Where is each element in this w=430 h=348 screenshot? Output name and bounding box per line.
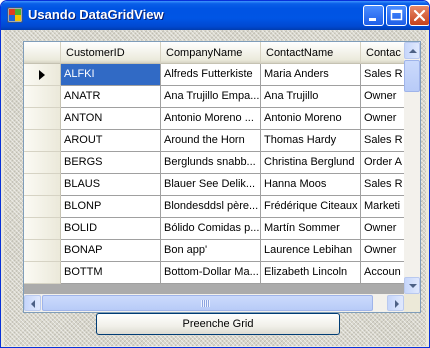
cell-company-name[interactable]: Around the Horn xyxy=(161,130,261,152)
scroll-up-button[interactable] xyxy=(404,42,420,59)
cell-company-name[interactable]: Ana Trujillo Empa... xyxy=(161,86,261,108)
vertical-scrollbar[interactable] xyxy=(404,42,420,294)
cell-contact-title[interactable]: Marketi xyxy=(361,196,404,218)
table-row[interactable]: AROUT Around the Horn Thomas Hardy Sales R xyxy=(24,130,404,152)
cell-contact-name[interactable]: Thomas Hardy xyxy=(261,130,361,152)
data-grid[interactable]: CustomerID CompanyName ContactName Conta… xyxy=(23,41,421,313)
table-row[interactable]: ALFKI Alfreds Futterkiste Maria Anders Sale… xyxy=(24,64,404,86)
cell-contact-name[interactable]: Laurence Lebihan xyxy=(261,240,361,262)
cell-contact-title[interactable]: Owner xyxy=(361,108,404,130)
header-row: CustomerID CompanyName ContactName Conta… xyxy=(24,42,404,64)
column-header-contact-name[interactable]: ContactName xyxy=(261,42,361,64)
row-header[interactable] xyxy=(24,108,61,130)
scroll-down-button[interactable] xyxy=(404,277,420,294)
cell-company-name[interactable]: Bottom-Dollar Ma... xyxy=(161,262,261,284)
minimize-button[interactable] xyxy=(363,5,384,26)
table-row[interactable]: BOLID Bólido Comidas p... Martín Sommer Own… xyxy=(24,218,404,240)
cell-company-name[interactable]: Bon app' xyxy=(161,240,261,262)
table-row[interactable]: BOTTM Bottom-Dollar Ma... Elizabeth Lincol… xyxy=(24,262,404,284)
vertical-scroll-thumb[interactable] xyxy=(404,60,420,92)
cell-company-name[interactable]: Berglunds snabb... xyxy=(161,152,261,174)
row-header[interactable] xyxy=(24,86,61,108)
cell-contact-name[interactable]: Christina Berglund xyxy=(261,152,361,174)
cell-contact-title[interactable]: Accoun xyxy=(361,262,404,284)
chevron-up-icon xyxy=(409,49,417,53)
title-bar[interactable]: Usando DataGridView xyxy=(1,1,429,30)
cell-contact-title[interactable]: Owner xyxy=(361,86,404,108)
cell-contact-name[interactable]: Martín Sommer xyxy=(261,218,361,240)
row-header[interactable] xyxy=(24,196,61,218)
cell-company-name[interactable]: Alfreds Futterkiste xyxy=(161,64,261,86)
cell-contact-name[interactable]: Elizabeth Lincoln xyxy=(261,262,361,284)
chevron-left-icon xyxy=(31,300,35,308)
cell-contact-name[interactable]: Ana Trujillo xyxy=(261,86,361,108)
chevron-down-icon xyxy=(409,284,417,288)
cell-contact-title[interactable]: Sales R xyxy=(361,174,404,196)
cell-company-name[interactable]: Blauer See Delik... xyxy=(161,174,261,196)
minimize-icon xyxy=(369,18,376,21)
column-header-customer-id[interactable]: CustomerID xyxy=(61,42,161,64)
table-row[interactable]: BLONP Blondesddsl père... Frédérique Citea… xyxy=(24,196,404,218)
cell-contact-title[interactable]: Owner xyxy=(361,240,404,262)
table-row[interactable]: BLAUS Blauer See Delik... Hanna Moos Sales … xyxy=(24,174,404,196)
cell-customer-id[interactable]: BOTTM xyxy=(61,262,161,284)
row-header[interactable] xyxy=(24,262,61,284)
cell-customer-id[interactable]: BONAP xyxy=(61,240,161,262)
current-row-arrow-icon xyxy=(39,70,45,80)
maximize-icon xyxy=(390,9,403,21)
cell-customer-id[interactable]: ANTON xyxy=(61,108,161,130)
cell-customer-id[interactable]: AROUT xyxy=(61,130,161,152)
table-row[interactable]: ANTON Antonio Moreno ... Antonio Moreno Own… xyxy=(24,108,404,130)
row-header[interactable] xyxy=(24,240,61,262)
cell-customer-id[interactable]: BOLID xyxy=(61,218,161,240)
close-button[interactable] xyxy=(409,5,429,26)
chevron-right-icon xyxy=(395,300,399,308)
close-icon xyxy=(413,9,426,22)
scrollbar-corner xyxy=(404,294,420,312)
column-header-contact-title[interactable]: Contac xyxy=(361,42,404,64)
cell-contact-title[interactable]: Sales R xyxy=(361,64,404,86)
main-window: Usando DataGridView CustomerID CompanyNa… xyxy=(0,0,430,348)
row-header[interactable] xyxy=(24,64,61,86)
table-row[interactable]: ANATR Ana Trujillo Empa... Ana Trujillo Own… xyxy=(24,86,404,108)
client-area: CustomerID CompanyName ContactName Conta… xyxy=(4,30,426,346)
grid-viewport: CustomerID CompanyName ContactName Conta… xyxy=(24,42,404,294)
row-header[interactable] xyxy=(24,218,61,240)
row-header[interactable] xyxy=(24,130,61,152)
cell-contact-name[interactable]: Antonio Moreno xyxy=(261,108,361,130)
table-row[interactable]: BONAP Bon app' Laurence Lebihan Owner xyxy=(24,240,404,262)
scroll-left-button[interactable] xyxy=(24,295,41,311)
app-icon[interactable] xyxy=(7,7,23,23)
cell-company-name[interactable]: Bólido Comidas p... xyxy=(161,218,261,240)
row-header[interactable] xyxy=(24,152,61,174)
cell-contact-title[interactable]: Order A xyxy=(361,152,404,174)
column-header-company-name[interactable]: CompanyName xyxy=(161,42,261,64)
window-title: Usando DataGridView xyxy=(28,7,164,22)
fill-grid-button[interactable]: Preenche Grid xyxy=(96,313,340,335)
cell-contact-name[interactable]: Hanna Moos xyxy=(261,174,361,196)
grip-icon xyxy=(201,300,210,307)
cell-customer-id[interactable]: ALFKI xyxy=(61,64,161,86)
top-left-header-cell[interactable] xyxy=(24,42,61,64)
cell-contact-title[interactable]: Owner xyxy=(361,218,404,240)
horizontal-scroll-thumb[interactable] xyxy=(42,295,373,311)
cell-contact-name[interactable]: Maria Anders xyxy=(261,64,361,86)
row-header[interactable] xyxy=(24,174,61,196)
cell-company-name[interactable]: Antonio Moreno ... xyxy=(161,108,261,130)
cell-customer-id[interactable]: BLAUS xyxy=(61,174,161,196)
cell-contact-name[interactable]: Frédérique Citeaux xyxy=(261,196,361,218)
horizontal-scrollbar[interactable] xyxy=(24,294,404,312)
cell-customer-id[interactable]: BLONP xyxy=(61,196,161,218)
cell-company-name[interactable]: Blondesddsl père... xyxy=(161,196,261,218)
scroll-right-button[interactable] xyxy=(387,295,404,311)
cell-customer-id[interactable]: ANATR xyxy=(61,86,161,108)
cell-customer-id[interactable]: BERGS xyxy=(61,152,161,174)
maximize-button[interactable] xyxy=(386,5,407,26)
table-row[interactable]: BERGS Berglunds snabb... Christina Berglun… xyxy=(24,152,404,174)
cell-contact-title[interactable]: Sales R xyxy=(361,130,404,152)
